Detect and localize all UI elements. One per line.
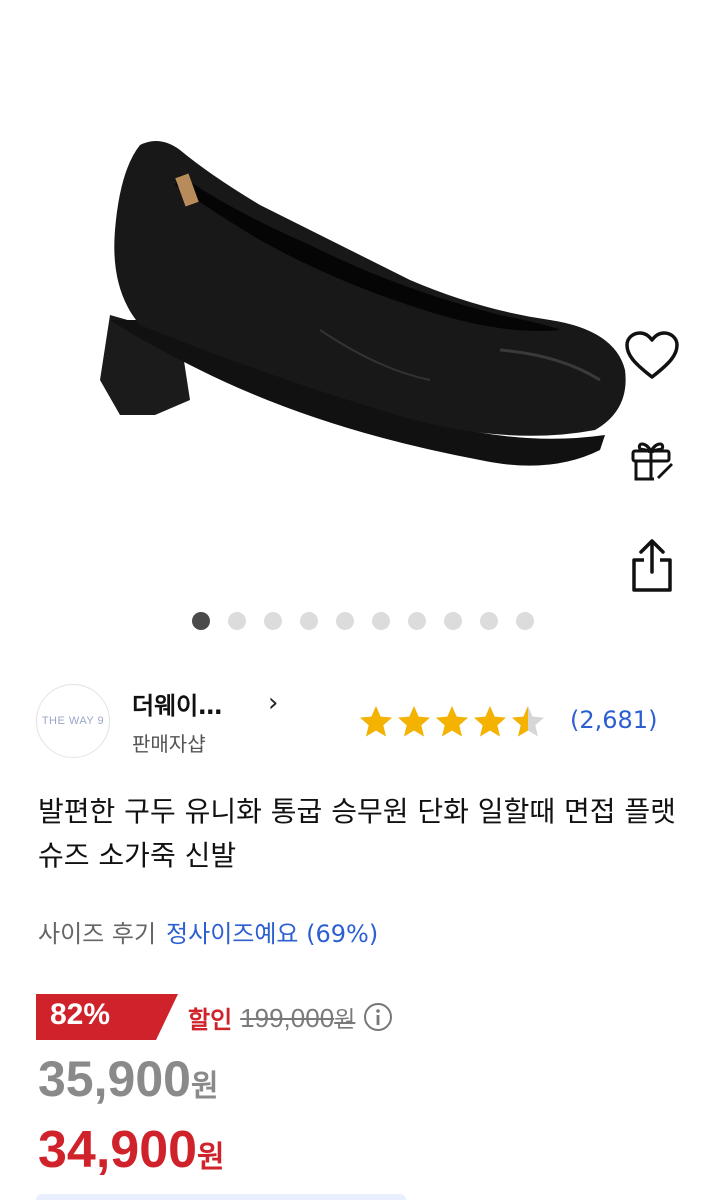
product-image-area[interactable] <box>0 0 726 600</box>
pagination-dot[interactable] <box>372 612 390 630</box>
gift-icon <box>631 442 673 481</box>
gift-button[interactable] <box>622 430 682 490</box>
seller-section[interactable]: THE WAY 9 더웨이… › 판매자샵 (2,681) <box>36 684 696 764</box>
rating-stars[interactable] <box>358 704 546 740</box>
pagination-dot[interactable] <box>264 612 282 630</box>
discount-row: 82% 할인 199,000원 <box>36 994 393 1040</box>
share-button[interactable] <box>622 536 682 596</box>
like-button[interactable] <box>622 326 682 386</box>
seller-name[interactable]: 더웨이… <box>132 686 222 721</box>
seller-logo[interactable]: THE WAY 9 <box>36 684 110 758</box>
pagination-dot[interactable] <box>228 612 246 630</box>
discount-percent: 82% <box>50 998 111 1031</box>
size-review[interactable]: 사이즈 후기 정사이즈예요 (69%) <box>38 914 378 949</box>
pagination-dot[interactable] <box>300 612 318 630</box>
discount-badge: 82% <box>36 994 178 1040</box>
size-review-label: 사이즈 후기 <box>38 920 157 948</box>
star-icon <box>398 706 430 737</box>
discount-label: 할인 <box>188 1005 233 1034</box>
share-icon <box>632 539 672 592</box>
seller-role: 판매자샵 <box>132 732 206 756</box>
final-price: 34,900원 <box>38 1121 225 1179</box>
product-image <box>100 141 626 466</box>
pagination-dot[interactable] <box>408 612 426 630</box>
star-icon <box>436 706 468 737</box>
image-pagination[interactable] <box>0 612 726 630</box>
size-review-value[interactable]: 정사이즈예요 (69%) <box>166 920 378 948</box>
product-title: 발편한 구두 유니화 통굽 승무원 단화 일할때 면접 플랫슈즈 소가죽 신발 <box>38 795 676 872</box>
pagination-dot[interactable] <box>192 612 210 630</box>
pagination-dot[interactable] <box>336 612 354 630</box>
original-price: 199,000원 <box>240 1003 356 1033</box>
pagination-dot[interactable] <box>444 612 462 630</box>
star-icon <box>512 706 544 737</box>
chevron-right-icon[interactable]: › <box>268 688 278 718</box>
coupon-strip[interactable] <box>36 1194 406 1200</box>
star-icon <box>474 706 506 737</box>
star-icon <box>360 706 392 737</box>
heart-icon <box>625 331 679 379</box>
pagination-dot[interactable] <box>480 612 498 630</box>
sale-price: 35,900원 <box>38 1051 219 1107</box>
review-count-link[interactable]: (2,681) <box>570 706 657 734</box>
pagination-dot[interactable] <box>516 612 534 630</box>
info-icon[interactable] <box>363 1002 393 1032</box>
